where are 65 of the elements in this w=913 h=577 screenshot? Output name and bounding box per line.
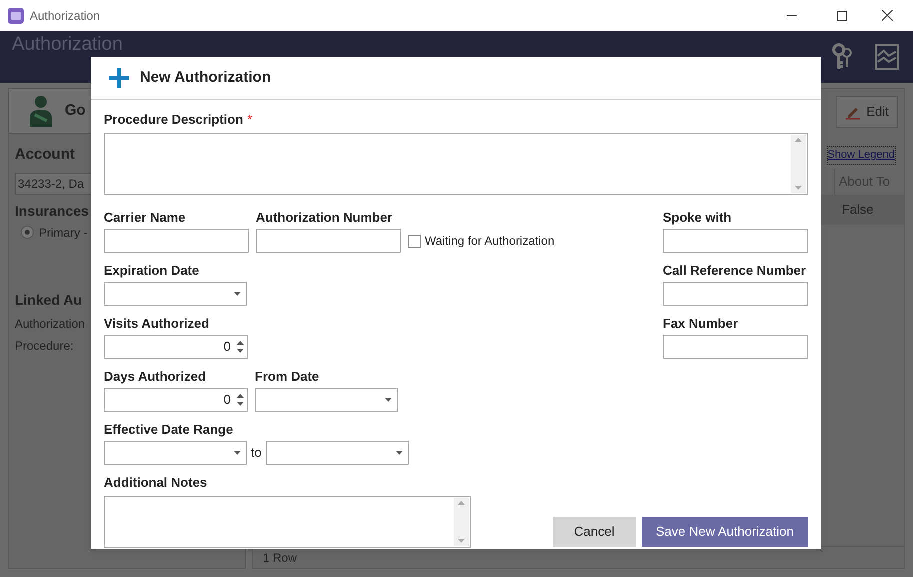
- date-dropdown[interactable]: [266, 441, 409, 465]
- app-logo-icon: [8, 8, 24, 24]
- number-spinner[interactable]: 0: [104, 335, 248, 359]
- checkbox[interactable]: [408, 234, 421, 248]
- text-input[interactable]: [663, 335, 808, 359]
- field-label: Effective Date Range: [104, 422, 234, 437]
- chart-report-icon[interactable]: [875, 44, 899, 70]
- up-down-arrows-icon[interactable]: [237, 393, 244, 407]
- scrollbar[interactable]: [791, 135, 806, 193]
- section-heading: Account: [15, 145, 76, 165]
- textarea[interactable]: [104, 133, 808, 195]
- maximize-icon[interactable]: [837, 10, 847, 20]
- spinner-value: 0: [224, 338, 231, 356]
- field-label: Call Reference Number: [663, 263, 808, 278]
- page-title: Authorization: [12, 34, 123, 56]
- linked-text: Procedure:: [15, 338, 74, 354]
- row-count: 1 Row: [263, 550, 298, 566]
- caret-icon: [385, 398, 392, 402]
- cancel-button[interactable]: Cancel: [552, 517, 636, 547]
- section-heading: Insurances: [15, 202, 89, 220]
- text-input[interactable]: [663, 282, 808, 306]
- checkbox-label: Waiting for Authorization: [425, 233, 555, 250]
- text-input[interactable]: [256, 229, 401, 253]
- keys-icon[interactable]: [831, 43, 853, 71]
- date-dropdown[interactable]: [255, 388, 398, 412]
- text-input[interactable]: [663, 229, 808, 253]
- field-label: From Date: [255, 369, 320, 384]
- caret-icon: [396, 451, 403, 455]
- spinner-value: 0: [224, 391, 231, 410]
- field-label: Expiration Date: [104, 263, 200, 278]
- scrollbar[interactable]: [454, 498, 469, 546]
- caret-icon: [234, 292, 241, 296]
- save-button[interactable]: Save New Authorization: [642, 517, 808, 547]
- linked-text: Authorization: [15, 316, 86, 332]
- scroll-down-icon[interactable]: [795, 186, 802, 190]
- patient-name: Go: [65, 100, 86, 121]
- window-title: Authorization: [30, 8, 100, 24]
- field-label: Days Authorized: [104, 369, 208, 384]
- radio-button[interactable]: [21, 226, 34, 239]
- field-label: Fax Number: [663, 316, 740, 331]
- required-mark: *: [247, 112, 252, 127]
- range-joiner: to: [251, 444, 262, 462]
- dialog-title: New Authorization: [140, 68, 272, 88]
- person-icon: [29, 95, 53, 127]
- close-icon[interactable]: [882, 10, 893, 21]
- table-cell-text: False: [842, 200, 875, 219]
- radio-label: Primary -: [39, 224, 88, 242]
- up-down-arrows-icon[interactable]: [237, 340, 244, 354]
- scroll-up-icon[interactable]: [458, 501, 465, 505]
- field-label: Visits Authorized: [104, 316, 210, 331]
- scroll-down-icon[interactable]: [458, 539, 465, 543]
- plus-icon: [108, 67, 130, 89]
- field-label: Procedure Description: [104, 112, 244, 127]
- field-label: Authorization Number: [256, 210, 394, 225]
- field-label: Spoke with: [663, 210, 733, 225]
- scroll-up-icon[interactable]: [795, 138, 802, 142]
- date-dropdown[interactable]: [104, 441, 247, 465]
- textarea[interactable]: [104, 496, 471, 548]
- section-heading: Linked Au: [15, 290, 82, 310]
- date-dropdown[interactable]: [104, 282, 247, 306]
- text-input[interactable]: [104, 229, 249, 253]
- field-label: Additional Notes: [104, 475, 208, 490]
- field-label: Carrier Name: [104, 210, 187, 225]
- caret-icon: [234, 451, 241, 455]
- number-spinner[interactable]: 0: [104, 388, 248, 412]
